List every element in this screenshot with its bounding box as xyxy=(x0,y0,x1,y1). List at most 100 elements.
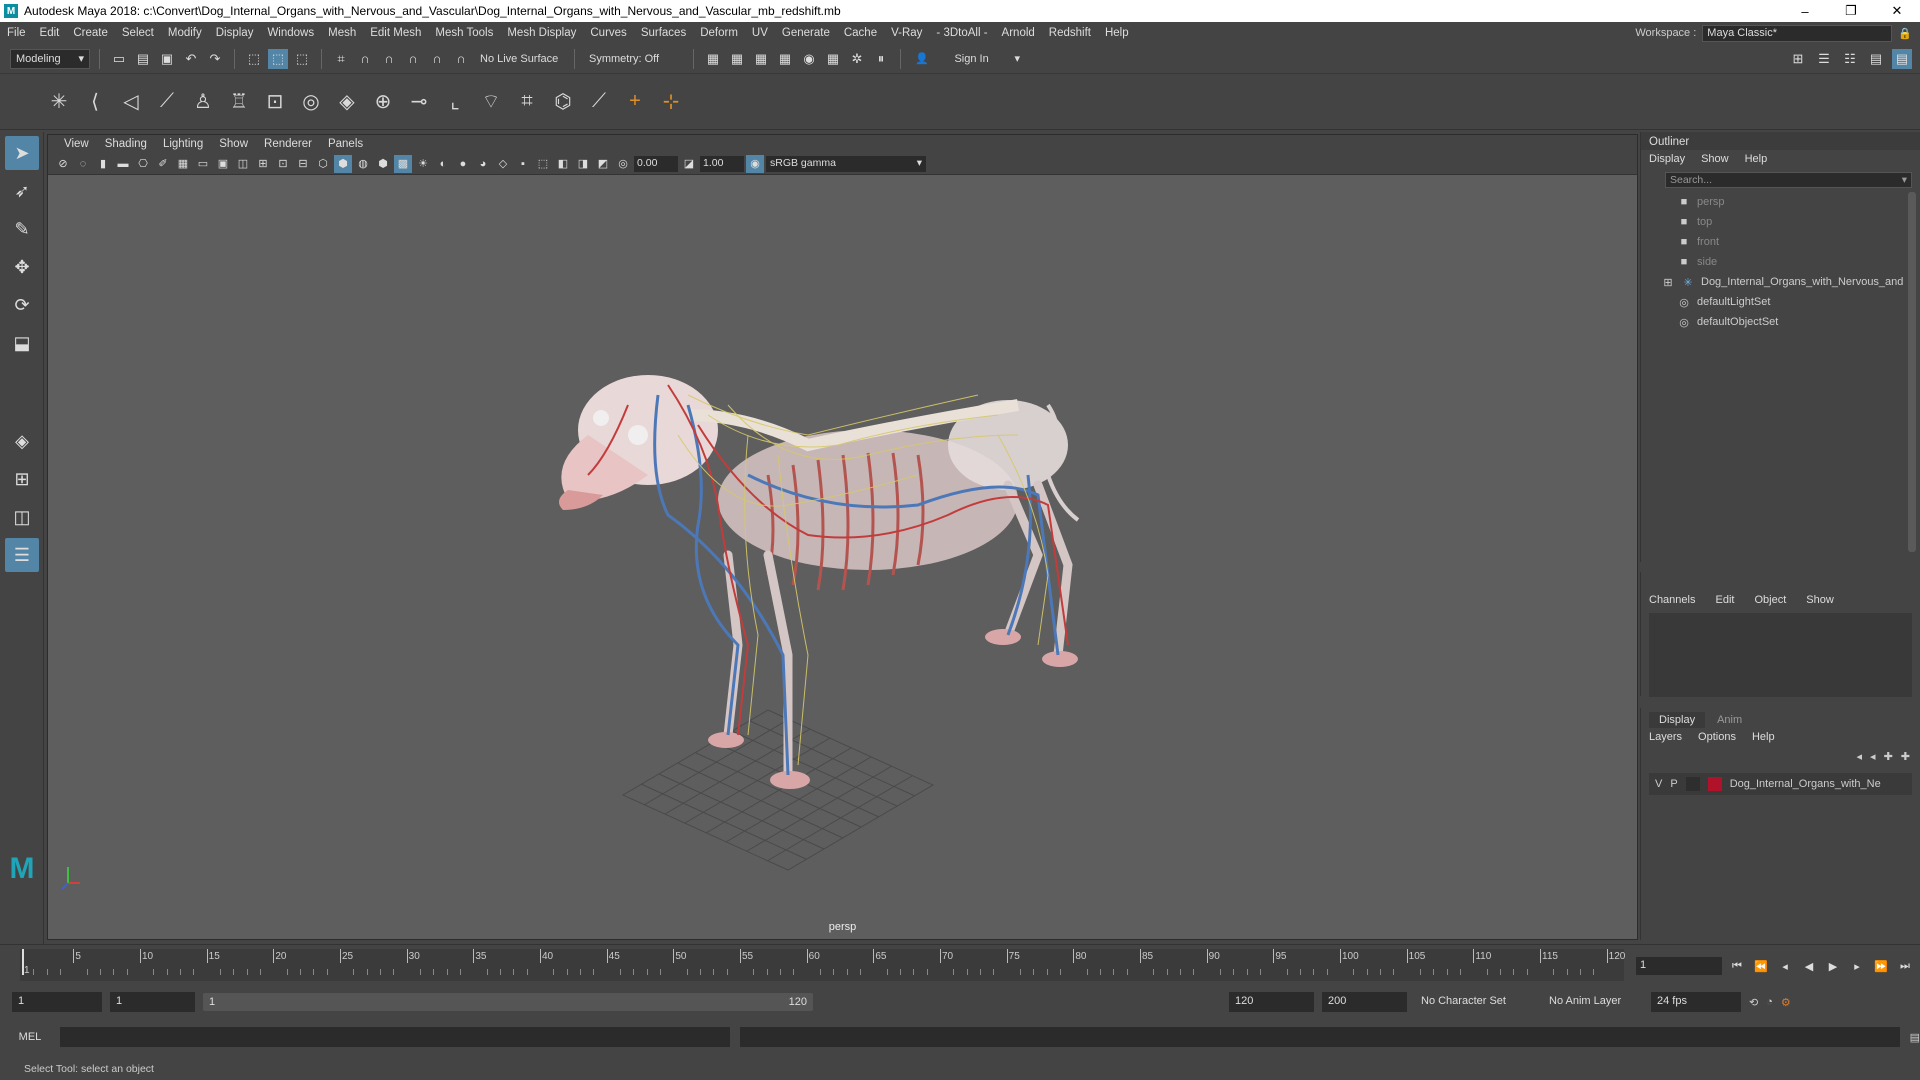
menu-mesh[interactable]: Mesh xyxy=(321,27,363,39)
channel-box-toggle-icon[interactable]: ▤ xyxy=(1866,49,1886,69)
new-layer-selected-icon[interactable]: ✚ xyxy=(1901,750,1910,763)
xray-joints-icon[interactable]: ◩ xyxy=(594,155,612,173)
time-slider-track[interactable]: 1 5 10 15 20 25 30 35 40 45 50 55 60 65 70 75 80 85 90 95 1… xyxy=(20,949,1625,981)
move-layer-down-icon[interactable]: ◂ xyxy=(1870,750,1876,763)
animation-end-field[interactable]: 200 xyxy=(1322,992,1407,1012)
single-perspective-layout-icon[interactable]: ◈ xyxy=(5,424,39,458)
layer-display-type[interactable] xyxy=(1685,777,1700,791)
redo-icon[interactable]: ↷ xyxy=(205,49,225,69)
snap-live-icon[interactable]: ∩ xyxy=(451,49,471,69)
menu-set-dropdown[interactable]: Modeling ▾ xyxy=(10,48,90,69)
rotate-tool-icon[interactable]: ⟳ xyxy=(5,288,39,322)
parent-constraint-icon[interactable]: ⌞ xyxy=(440,87,470,117)
viewport-menu-view[interactable]: View xyxy=(56,138,97,150)
safe-action-icon[interactable]: ⊡ xyxy=(274,155,292,173)
step-back-frame-icon[interactable]: ◂ xyxy=(1776,960,1794,973)
outliner-menu-help[interactable]: Help xyxy=(1745,153,1768,165)
xray-active-icon[interactable]: ◨ xyxy=(574,155,592,173)
ik-spline-icon[interactable]: ◁ xyxy=(116,87,146,117)
live-surface-field[interactable]: No Live Surface xyxy=(475,48,565,69)
exposure-field[interactable]: 0.00 xyxy=(634,155,678,172)
view-transform-dropdown[interactable]: sRGB gamma ▾ xyxy=(766,155,926,172)
menu-modify[interactable]: Modify xyxy=(161,27,209,39)
step-back-key-icon[interactable]: ⏪ xyxy=(1752,960,1770,973)
viewport-menu-panels[interactable]: Panels xyxy=(320,138,371,150)
orient-constraint-icon[interactable]: ⌗ xyxy=(512,87,542,117)
undo-icon[interactable]: ↶ xyxy=(181,49,201,69)
playback-start-field[interactable]: 1 xyxy=(110,992,195,1012)
auto-key-icon[interactable]: ◔ xyxy=(1766,996,1773,1008)
bind-skin-icon[interactable]: ⊡ xyxy=(260,87,290,117)
new-layer-icon[interactable]: ✚ xyxy=(1884,750,1893,763)
channel-menu-edit[interactable]: Edit xyxy=(1715,594,1734,606)
move-tool-icon[interactable]: ✥ xyxy=(5,250,39,284)
safe-title-icon[interactable]: ⊟ xyxy=(294,155,312,173)
outliner-item-side[interactable]: ■ side xyxy=(1641,252,1920,272)
depth-of-field-icon[interactable]: ▪ xyxy=(514,155,532,173)
step-forward-frame-icon[interactable]: ▸ xyxy=(1848,960,1866,973)
outliner-scrollbar[interactable] xyxy=(1908,192,1916,552)
create-locator-icon[interactable]: ⊹ xyxy=(656,87,686,117)
outliner-item-top[interactable]: ■ top xyxy=(1641,212,1920,232)
menu-select[interactable]: Select xyxy=(115,27,161,39)
ik-tool-icon[interactable]: ⟋ xyxy=(152,87,182,117)
channel-menu-object[interactable]: Object xyxy=(1754,594,1786,606)
film-gate-icon[interactable]: ▭ xyxy=(194,155,212,173)
viewport-menu-show[interactable]: Show xyxy=(211,138,256,150)
xray-icon[interactable]: ◧ xyxy=(554,155,572,173)
menu-file[interactable]: File xyxy=(0,27,33,39)
snap-surface-icon[interactable]: ∩ xyxy=(427,49,447,69)
open-scene-icon[interactable]: ▤ xyxy=(133,49,153,69)
layer-menu-help[interactable]: Help xyxy=(1752,731,1775,743)
channel-menu-channels[interactable]: Channels xyxy=(1649,594,1695,606)
gamma-icon[interactable]: ◪ xyxy=(680,155,698,173)
channel-menu-show[interactable]: Show xyxy=(1806,594,1834,606)
joint-tool-icon[interactable]: ✳ xyxy=(44,87,74,117)
wireframe-icon[interactable]: ⬡ xyxy=(314,155,332,173)
render-view-icon[interactable]: ▦ xyxy=(775,49,795,69)
menu-arnold[interactable]: Arnold xyxy=(995,27,1042,39)
modeling-toolkit-toggle-icon[interactable]: ⊞ xyxy=(1788,49,1808,69)
layer-editor-toggle-icon[interactable]: ▤ xyxy=(1892,48,1912,69)
wireframe-on-shaded-icon[interactable]: ⬢ xyxy=(374,155,392,173)
menu-display[interactable]: Display xyxy=(209,27,261,39)
pause-icon[interactable]: ⏸ xyxy=(871,49,891,69)
gamma-field[interactable]: 1.00 xyxy=(700,155,744,172)
menu-generate[interactable]: Generate xyxy=(775,27,837,39)
grid-toggle-icon[interactable]: ▦ xyxy=(174,155,192,173)
outliner-item-front[interactable]: ■ front xyxy=(1641,232,1920,252)
select-object-icon[interactable]: ⬚ xyxy=(268,48,288,69)
playback-end-field[interactable]: 120 xyxy=(1229,992,1314,1012)
maximize-button[interactable]: ❐ xyxy=(1828,3,1874,19)
go-to-end-icon[interactable]: ⏭ xyxy=(1896,960,1914,973)
screen-space-ao-icon[interactable]: ● xyxy=(454,155,472,173)
viewport-menu-shading[interactable]: Shading xyxy=(97,138,155,150)
layer-menu-options[interactable]: Options xyxy=(1698,731,1736,743)
grease-pencil-icon[interactable]: ✐ xyxy=(154,155,172,173)
paint-weights-icon[interactable]: ◎ xyxy=(296,87,326,117)
current-frame-field[interactable]: 1 xyxy=(1636,957,1722,975)
mel-label[interactable]: MEL xyxy=(10,1031,50,1043)
camera-select-icon[interactable]: ⊘ xyxy=(54,155,72,173)
use-all-lights-icon[interactable]: ☀ xyxy=(414,155,432,173)
layer-visibility-toggle[interactable]: V xyxy=(1655,778,1662,790)
default-material-icon[interactable]: ◍ xyxy=(354,155,372,173)
human-ik-icon[interactable]: ♖ xyxy=(224,87,254,117)
multisample-aa-icon[interactable]: ◇ xyxy=(494,155,512,173)
image-plane-icon[interactable]: ▬ xyxy=(114,155,132,173)
color-management-icon[interactable]: ◉ xyxy=(746,154,764,173)
pole-vector-icon[interactable]: + xyxy=(620,87,650,117)
persp-outliner-layout-icon[interactable]: ◫ xyxy=(5,500,39,534)
menu-cache[interactable]: Cache xyxy=(837,27,884,39)
bookmark-icon[interactable]: ▮ xyxy=(94,155,112,173)
range-slider[interactable]: 1 120 xyxy=(203,993,813,1011)
menu-create[interactable]: Create xyxy=(66,27,115,39)
exposure-icon[interactable]: ◎ xyxy=(614,155,632,173)
lattice-icon[interactable]: ◈ xyxy=(332,87,362,117)
tab-display[interactable]: Display xyxy=(1649,712,1706,728)
render-frame-icon[interactable]: ▦ xyxy=(727,49,747,69)
outliner-item-default-light-set[interactable]: ◎ defaultLightSet xyxy=(1641,292,1920,312)
menu-vray[interactable]: V-Ray xyxy=(884,27,929,39)
render-settings-icon[interactable]: ▦ xyxy=(703,49,723,69)
script-editor-icon[interactable]: ▤ xyxy=(1910,1031,1920,1044)
